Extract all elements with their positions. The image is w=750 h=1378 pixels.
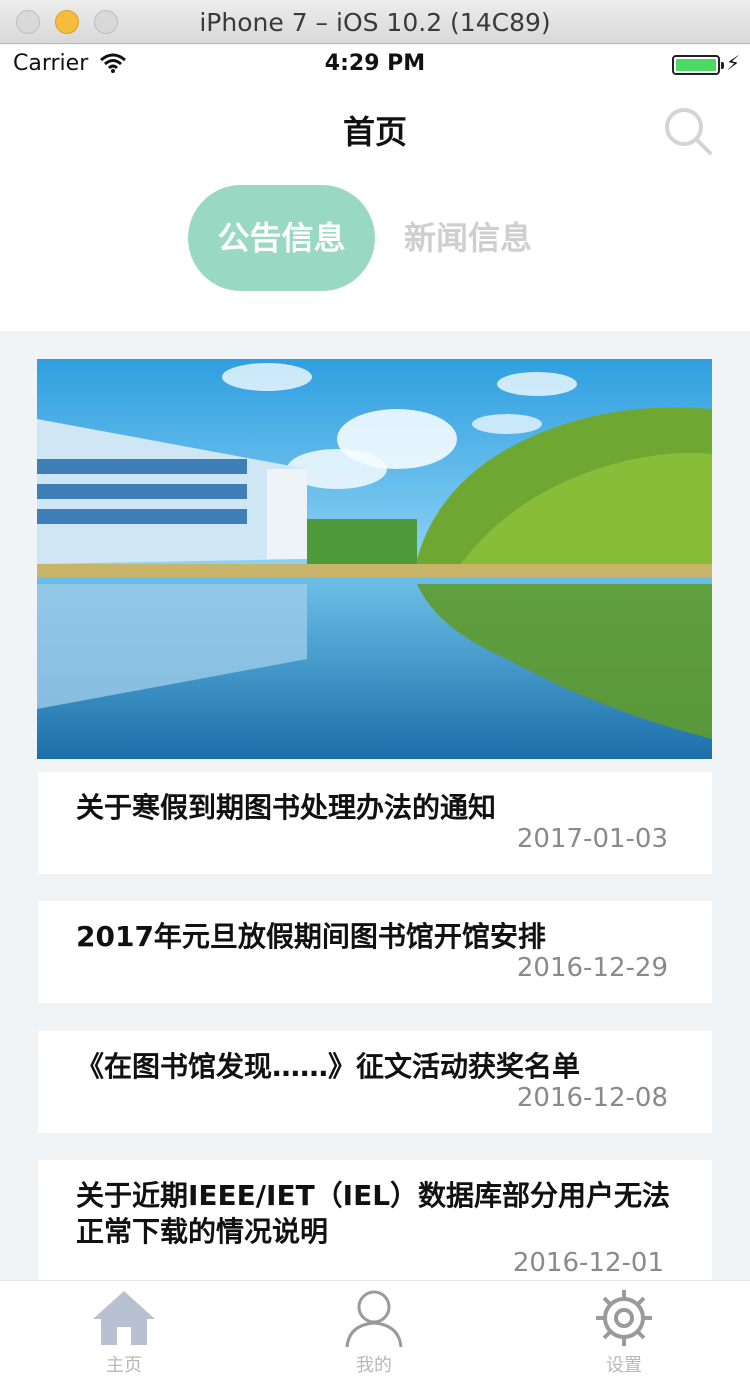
status-bar: Carrier 4:29 PM ⚡ xyxy=(0,45,750,85)
news-list-item[interactable]: 《在图书馆发现……》征文活动获奖名单 2016-12-08 xyxy=(38,1031,712,1133)
news-date: 2016-12-01 xyxy=(512,1248,664,1278)
tab-news[interactable]: 新闻信息 xyxy=(388,185,548,291)
news-title: 关于近期IEEE/IET（IEL）数据库部分用户无法正常下载的情况说明 xyxy=(76,1179,671,1248)
user-icon xyxy=(345,1290,403,1348)
news-date: 2017-01-03 xyxy=(516,824,668,854)
home-icon xyxy=(93,1291,155,1345)
news-date: 2016-12-29 xyxy=(516,953,668,983)
news-date: 2016-12-08 xyxy=(516,1083,668,1113)
news-list-item[interactable]: 关于寒假到期图书处理办法的通知 2017-01-03 xyxy=(38,772,712,874)
gear-icon xyxy=(596,1290,652,1346)
simulator-title: iPhone 7 – iOS 10.2 (14C89) xyxy=(199,8,551,37)
tab-bar-home-label: 主页 xyxy=(106,1355,142,1376)
battery-icon xyxy=(672,55,724,75)
tab-announcements[interactable]: 公告信息 xyxy=(188,185,375,291)
tab-bar-mine[interactable]: 我的 xyxy=(314,1281,434,1378)
status-time: 4:29 PM xyxy=(324,51,426,76)
tab-bar: 主页 我的 设置 xyxy=(0,1280,750,1378)
simulator-titlebar: iPhone 7 – iOS 10.2 (14C89) xyxy=(0,0,750,44)
tab-bar-mine-label: 我的 xyxy=(356,1355,392,1376)
nav-bar: 首页 xyxy=(0,85,750,171)
news-title: 2017年元旦放假期间图书馆开馆安排 xyxy=(76,920,546,953)
tab-bar-home[interactable]: 主页 xyxy=(64,1281,184,1378)
tab-bar-settings[interactable]: 设置 xyxy=(564,1281,684,1378)
charging-icon: ⚡ xyxy=(725,51,740,75)
page-title: 首页 xyxy=(342,113,407,151)
search-icon[interactable] xyxy=(660,103,716,159)
news-title: 关于寒假到期图书处理办法的通知 xyxy=(76,791,497,824)
news-list-item[interactable]: 关于近期IEEE/IET（IEL）数据库部分用户无法正常下载的情况说明 2016… xyxy=(38,1160,712,1280)
news-title: 《在图书馆发现……》征文活动获奖名单 xyxy=(76,1050,581,1083)
news-list-item[interactable]: 2017年元旦放假期间图书馆开馆安排 2016-12-29 xyxy=(38,901,712,1003)
banner-image[interactable] xyxy=(37,359,712,759)
tab-bar-settings-label: 设置 xyxy=(606,1355,642,1376)
segment-tabs: 公告信息 新闻信息 xyxy=(0,171,750,331)
